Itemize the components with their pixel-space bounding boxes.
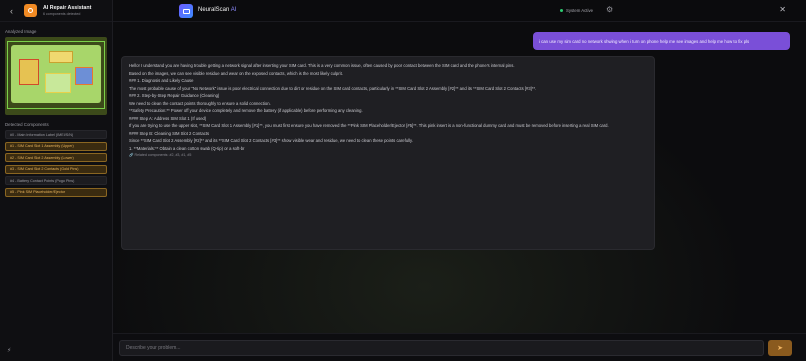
message-input[interactable] [119, 340, 764, 356]
brand-name: NeuralScan [198, 7, 230, 13]
top-bar: NeuralScan AI System Active ⚙ ✕ [113, 0, 806, 22]
analyzed-image-label: Analyzed Image [5, 29, 37, 34]
app-subtitle: 6 components detected [43, 11, 81, 16]
message-paragraph: Since **SIM Card Slot 2 Assembly [#2]** … [129, 138, 413, 143]
message-paragraph: We need to clean the contact points thor… [129, 100, 271, 106]
composer: ➤ [113, 333, 806, 361]
message-paragraph: #### Step B: Cleaning SIM Slot 2 Contact… [129, 130, 210, 136]
app-title: AI Repair Assistant [43, 5, 92, 12]
user-message: i can use my sim card no network shwing … [533, 32, 790, 50]
component-item[interactable]: #5 - Pink SIM Placeholder/Ejector [5, 187, 107, 197]
message-paragraph: #### Step A: Address SIM Slot 1 (If used… [129, 115, 207, 121]
message-paragraph: ### 1. Diagnosis and Likely Cause [129, 78, 194, 83]
link-icon: 🔗 [129, 153, 134, 157]
message-paragraph: ### 2. Step-by-Step Repair Guidance (Cle… [129, 93, 220, 98]
status-dot-icon [560, 9, 563, 12]
brand-suffix: AI [230, 7, 237, 13]
system-status: System Active [560, 8, 593, 13]
chat-area: i can use my sim card no network shwing … [113, 22, 806, 333]
assistant-message: Hello! I understand you are having troub… [121, 56, 655, 250]
gear-icon[interactable]: ⚙ [606, 5, 613, 14]
send-button[interactable]: ➤ [768, 340, 792, 356]
brand-logo-icon [179, 4, 193, 18]
brand-title: NeuralScan AI [198, 7, 236, 13]
detected-components-label: Detected Components [5, 122, 49, 127]
chevron-left-icon[interactable]: ‹ [10, 6, 24, 16]
sidebar: ‹ AI Repair Assistant 6 components detec… [0, 0, 113, 361]
lightning-icon[interactable]: ⚡ [7, 347, 11, 354]
status-text: System Active [566, 8, 593, 13]
component-item[interactable]: #4 - Battery Contact Points (Pogo Pins) [5, 176, 107, 185]
message-paragraph: **Safety Precaution:** Power off your de… [129, 108, 363, 113]
related-components: 🔗 Related components: #2, #3, #1, #5 [129, 153, 647, 157]
component-item[interactable]: #0 - Main Information Label (IMEI/S/N) [5, 130, 107, 139]
app-logo-icon [24, 4, 37, 17]
component-item[interactable]: #2 - SIM Card Slot 2 Assembly (Lower) [5, 153, 107, 162]
message-paragraph: If you are trying to use the upper slot,… [129, 123, 609, 128]
analyzed-image-thumbnail[interactable] [5, 37, 107, 115]
related-components-text: Related components: #2, #3, #1, #5 [134, 153, 192, 157]
message-paragraph: 1. **Materials:** Obtain a clean cotton … [129, 145, 245, 151]
message-paragraph: Based on the images, we can see visible … [129, 70, 343, 76]
sidebar-header: ‹ AI Repair Assistant 6 components detec… [0, 0, 112, 22]
send-icon: ➤ [777, 345, 783, 352]
component-item[interactable]: #1 - SIM Card Slot 1 Assembly (Upper) [5, 141, 107, 151]
close-icon[interactable]: ✕ [779, 5, 786, 14]
message-paragraph: The most probable cause of your "No Netw… [129, 85, 537, 91]
component-list: #0 - Main Information Label (IMEI/S/N) #… [0, 127, 112, 197]
component-item[interactable]: #3 - SIM Card Slot 2 Contacts (Gold Pins… [5, 164, 107, 174]
message-paragraph: Hello! I understand you are having troub… [129, 63, 515, 68]
